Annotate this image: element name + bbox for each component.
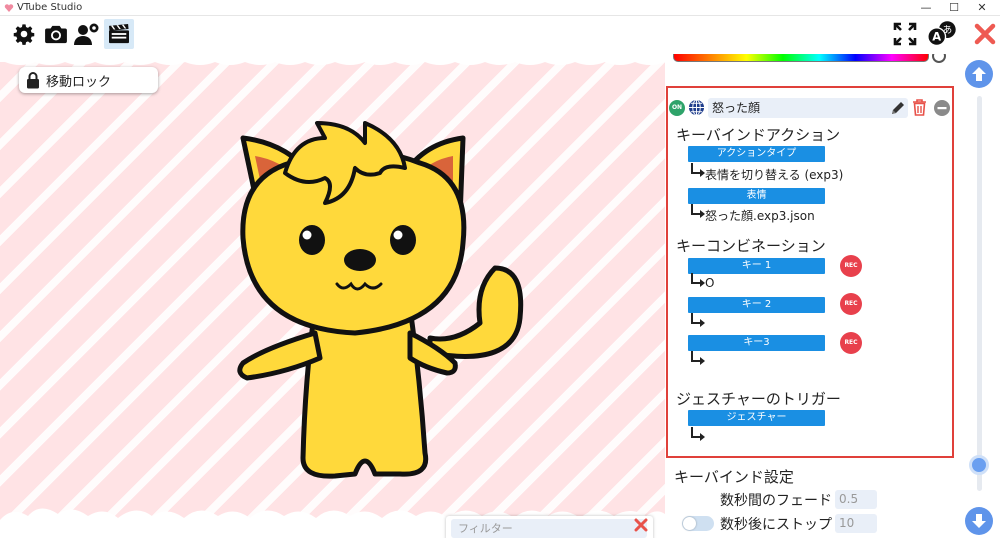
stop-after-input[interactable]: 10 [835, 514, 877, 533]
model-stage[interactable]: 移動ロック フィルター [0, 54, 665, 538]
arrow-down-icon [972, 514, 986, 528]
move-lock-label: 移動ロック [46, 74, 112, 90]
key-3-value-row [691, 351, 705, 365]
key-1-value: O [705, 276, 715, 290]
window-close-button[interactable]: ✕ [968, 0, 996, 16]
title-bar: VTube Studio — ☐ ✕ [0, 0, 1000, 16]
fox-avatar [237, 121, 524, 479]
arrow-icon [691, 163, 705, 177]
action-type-value: 表情を切り替える (exp3) [705, 168, 844, 182]
hotkey-header: ON 怒った顔 [668, 96, 952, 120]
key-2-value-row [691, 313, 705, 327]
key-1-rec-button[interactable]: REC [840, 255, 862, 277]
gesture-label[interactable]: ジェスチャー [688, 410, 825, 426]
close-x-icon [974, 23, 996, 45]
key-2-label[interactable]: キー 2 [688, 297, 825, 313]
scroll-down-button[interactable] [965, 507, 993, 535]
action-type-value-row: 表情を切り替える (exp3) [691, 163, 844, 183]
gesture-value-row [691, 427, 705, 441]
fade-label: 数秒間のフェード [720, 493, 832, 509]
filter-box: フィルター [446, 516, 653, 538]
color-gradient-bar[interactable] [673, 54, 929, 62]
hotkey-panel: ON 怒った顔 キーバインドアクション アクションタイプ 表情を切り替える (e… [665, 54, 959, 538]
user-settings-icon [74, 23, 99, 45]
language-glyph-en: A [932, 30, 941, 44]
arrow-icon [691, 204, 705, 218]
gesture-section-title: ジェスチャーのトリガー [676, 390, 841, 408]
key-1-value-row: O [691, 273, 715, 290]
key-2-rec-button[interactable]: REC [840, 293, 862, 315]
minimize-button[interactable]: — [912, 0, 940, 16]
fade-input[interactable]: 0.5 [835, 490, 877, 509]
pencil-icon[interactable] [890, 100, 906, 116]
expression-value: 怒った顔.exp3.json [705, 209, 815, 223]
action-type-label[interactable]: アクションタイプ [688, 146, 825, 162]
maximize-button[interactable]: ☐ [940, 0, 968, 16]
stop-after-toggle[interactable] [682, 516, 714, 531]
settings-button[interactable] [9, 19, 39, 49]
collapse-icon[interactable] [934, 100, 950, 116]
fullscreen-button[interactable] [890, 19, 920, 49]
language-icon: あ A [927, 21, 956, 47]
app-logo-icon [4, 4, 14, 12]
globe-icon[interactable] [688, 99, 705, 116]
hotkey-settings-button[interactable] [104, 19, 134, 49]
exit-button[interactable] [970, 19, 1000, 49]
camera-icon [45, 25, 67, 44]
keybind-settings-title: キーバインド設定 [674, 468, 794, 486]
gear-icon [13, 24, 35, 45]
clapperboard-icon [109, 24, 129, 44]
model-settings-button[interactable] [72, 19, 102, 49]
language-button[interactable]: あ A [927, 19, 957, 49]
expression-label[interactable]: 表情 [688, 188, 825, 204]
key-3-label[interactable]: キー3 [688, 335, 825, 351]
arrow-icon [691, 273, 705, 287]
arrow-up-icon [972, 67, 986, 81]
scroll-column [959, 54, 1000, 538]
hotkey-card: ON 怒った顔 キーバインドアクション アクションタイプ 表情を切り替える (e… [666, 86, 954, 458]
combination-section-title: キーコンビネーション [676, 237, 826, 255]
hotkey-name-input[interactable]: 怒った顔 [708, 98, 908, 118]
stop-after-label: 数秒後にストップ [720, 517, 832, 533]
action-section-title: キーバインドアクション [676, 126, 841, 144]
scroll-track[interactable] [977, 96, 982, 491]
key-1-label[interactable]: キー 1 [688, 258, 825, 274]
trash-icon[interactable] [912, 99, 927, 116]
window-title: VTube Studio [17, 2, 83, 13]
color-slider-knob[interactable] [932, 54, 946, 63]
toolbar: あ A [0, 16, 1000, 54]
lock-icon [27, 71, 39, 88]
arrow-icon [691, 427, 705, 441]
camera-button[interactable] [41, 19, 71, 49]
key-3-rec-button[interactable]: REC [840, 332, 862, 354]
color-slider[interactable] [665, 54, 959, 68]
on-toggle[interactable]: ON [669, 100, 685, 116]
fullscreen-icon [893, 22, 917, 46]
filter-input[interactable]: フィルター [451, 519, 647, 538]
scroll-thumb[interactable] [969, 455, 989, 475]
clear-filter-icon[interactable] [633, 517, 649, 533]
move-lock-button[interactable]: 移動ロック [19, 67, 158, 93]
scroll-up-button[interactable] [965, 60, 993, 88]
arrow-icon [691, 351, 705, 365]
expression-value-row: 怒った顔.exp3.json [691, 204, 815, 224]
arrow-icon [691, 313, 705, 327]
